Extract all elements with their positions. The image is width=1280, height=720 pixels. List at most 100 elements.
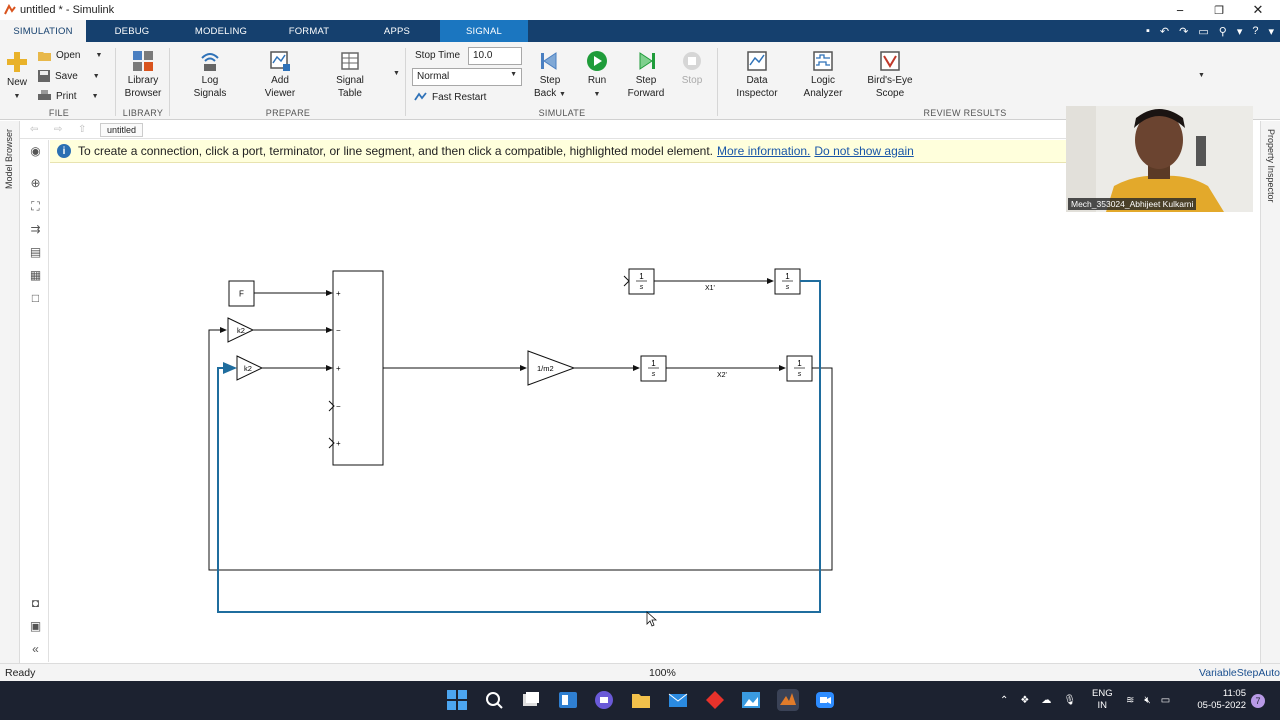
model-browser-label[interactable]: Model Browser [4,129,14,189]
annotation-icon[interactable]: ▤ [28,245,43,260]
viewer-icon [270,51,290,71]
solver-link[interactable]: VariableStepAuto [1199,667,1280,679]
photos-icon[interactable] [740,689,762,711]
feedback-line[interactable] [208,327,833,571]
log-signals-button[interactable]: Log Signals [188,50,232,100]
tab-format[interactable]: FORMAT [264,20,354,42]
prepare-more-button[interactable]: ▼ [393,70,400,77]
gain-block-1-m2[interactable]: 1/m2 [527,350,576,386]
forward-arrow-icon[interactable]: ⇨ [54,124,62,135]
microphone-icon[interactable]: 🎙︎ [1063,695,1076,706]
windows-start-icon[interactable] [446,689,468,711]
dropbox-icon[interactable]: ❖ [1020,695,1029,706]
volume-muted-icon[interactable]: 🔇︎ [1144,695,1150,706]
search-icon[interactable]: ⚲ [1219,25,1227,38]
save-button[interactable]: Save ▼ [38,70,100,82]
redo-icon[interactable]: ↷ [1179,25,1188,38]
wifi-icon[interactable]: ≋ [1126,695,1134,706]
hide-show-icon[interactable]: ◉ [28,144,43,159]
sum-block[interactable]: + − + − + [328,270,384,466]
minimize-button[interactable]: − [1160,0,1200,20]
zoom-icon[interactable]: ⊕ [28,176,43,191]
block-diagram[interactable]: F k2 k2 + − + − + 1/m2 1 s X2' 1 s 1 s X… [50,163,1260,662]
screenshot-icon[interactable]: ◘ [28,596,43,611]
zoom-level[interactable]: 100% [649,667,676,679]
property-inspector-label[interactable]: Property Inspector [1266,129,1276,203]
add-viewer-button[interactable]: Add Viewer [258,50,302,100]
language-indicator[interactable]: ENG IN [1092,688,1113,712]
open-button[interactable]: Open ▼ [38,50,102,61]
new-button[interactable]: New ▼ [4,50,30,103]
logic-analyzer-button[interactable]: Logic Analyzer [800,50,846,100]
unconnected-port[interactable] [623,275,630,287]
mail-icon[interactable] [667,689,689,711]
feedback-line-selected[interactable] [217,280,821,613]
battery-icon[interactable]: ▭ [1161,695,1170,706]
divider [169,48,170,116]
anydesk-icon[interactable] [704,689,726,711]
restore-button[interactable]: ❐ [1199,0,1239,20]
area-icon[interactable]: □ [28,291,43,306]
help-icon[interactable]: ? [1252,25,1258,37]
fit-view-icon[interactable]: ⛶ [28,199,43,214]
image-icon[interactable]: ▦ [28,268,43,283]
file-explorer-icon[interactable] [630,689,652,711]
zoom-app-icon[interactable] [814,689,836,711]
integrator-block[interactable]: 1 s [628,268,655,295]
more-information-link[interactable]: More information. [717,144,810,158]
tab-simulation[interactable]: SIMULATION [0,20,86,42]
simulation-mode-select[interactable]: Normal ▼ [412,68,522,86]
step-forward-button[interactable]: Step Forward [624,50,668,100]
arrow-icon[interactable]: ⇉ [28,222,43,237]
property-inspector-panel[interactable]: Property Inspector [1260,121,1280,663]
integrator-block[interactable]: 1 s [640,355,667,382]
ribbon-tabstrip: SIMULATION DEBUG MODELING FORMAT APPS SI… [0,20,1280,42]
notification-badge[interactable]: 7 [1251,694,1265,708]
library-browser-button[interactable]: Library Browser [120,50,166,100]
model-browser-panel[interactable]: Model Browser [0,121,20,663]
stop-button[interactable]: Stop [676,50,708,87]
tab-modeling[interactable]: MODELING [178,20,264,42]
cloud-icon[interactable]: ☁ [1041,695,1051,706]
matlab-icon[interactable] [777,689,799,711]
close-button[interactable]: ✕ [1238,0,1278,20]
integrator-block[interactable]: 1 s [774,268,801,295]
stop-time-input[interactable]: 10.0 [468,47,522,65]
options-icon[interactable]: ▾ [1268,25,1274,38]
signal-table-button[interactable]: Signal Table [328,50,372,100]
community-icon[interactable]: ▾ [1237,25,1243,38]
constant-block-f[interactable]: F [228,280,255,307]
clock[interactable]: 11:05 05-05-2022 [1190,688,1246,712]
undo-icon[interactable]: ↶ [1160,25,1169,38]
run-button[interactable]: Run ▼ [580,50,614,101]
save-icon[interactable]: ▪ [1146,25,1150,37]
do-not-show-again-link[interactable]: Do not show again [814,144,913,158]
teams-chat-icon[interactable] [593,689,615,711]
data-inspector-button[interactable]: Data Inspector [732,50,782,100]
report-icon[interactable]: ▣ [28,619,43,634]
print-button[interactable]: Print ▼ [38,90,99,102]
back-arrow-icon[interactable]: ⇦ [30,124,38,135]
collapse-icon[interactable]: « [28,642,43,657]
window-icon[interactable]: ▭ [1198,25,1208,38]
gain-block-k2-top[interactable]: k2 [227,317,255,343]
widgets-icon[interactable] [557,689,579,711]
search-icon[interactable] [483,689,505,711]
integrator-block[interactable]: 1 s [786,355,813,382]
model-canvas[interactable]: F k2 k2 + − + − + 1/m2 1 s X2' 1 s 1 s X… [50,163,1260,662]
step-back-button[interactable]: Step Back ▼ [530,50,570,101]
breadcrumb[interactable]: untitled [100,122,144,137]
fast-restart-toggle[interactable]: Fast Restart [414,91,486,103]
task-view-icon[interactable] [520,689,542,711]
divider [405,48,406,116]
tab-debug[interactable]: DEBUG [86,20,178,42]
tab-signal[interactable]: SIGNAL [440,20,528,42]
chevron-up-icon[interactable]: ⌃ [1000,695,1008,706]
gain-block-k2-bottom[interactable]: k2 [236,355,264,381]
up-arrow-icon[interactable]: ⇧ [78,124,86,135]
stop-time-label: Stop Time [415,50,461,61]
tab-apps[interactable]: APPS [354,20,440,42]
section-simulate: SIMULATE [538,108,586,118]
birds-eye-scope-button[interactable]: Bird's-Eye Scope [862,50,918,100]
ribbon-collapse-button[interactable]: ▼ [1198,72,1205,79]
